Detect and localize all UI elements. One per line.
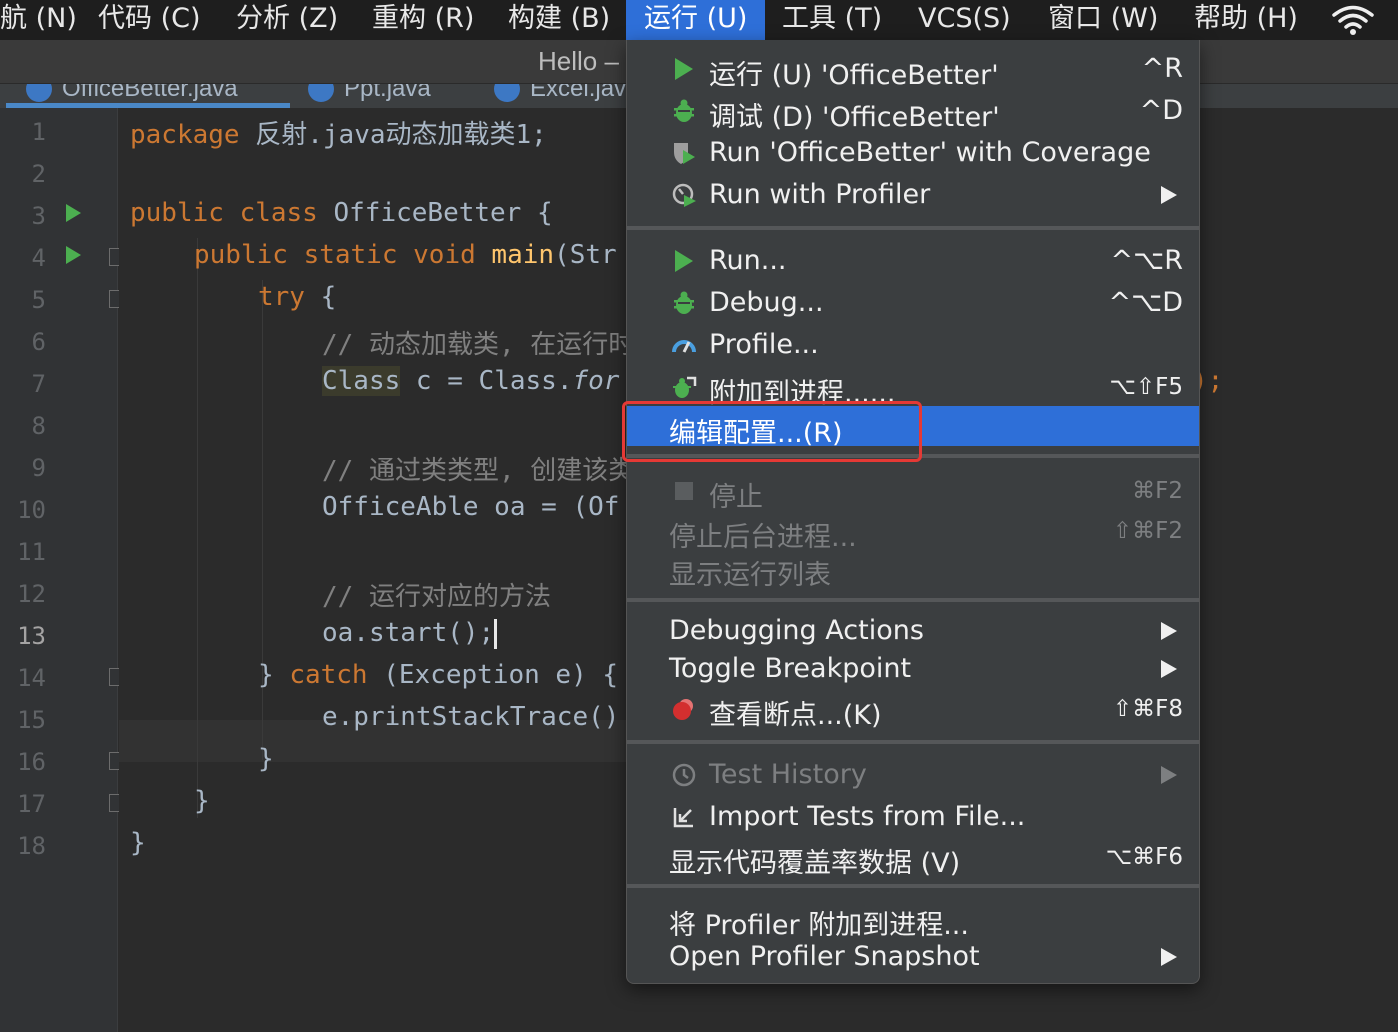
tab-excel[interactable]: Excel.java	[494, 84, 639, 108]
menu-item-show-running-list[interactable]: 显示运行列表	[627, 548, 1199, 591]
submenu-arrow-icon	[1161, 948, 1177, 966]
line-number: 18	[17, 832, 46, 860]
menu-item-attach-profiler[interactable]: 将 Profiler 附加到进程...	[627, 898, 1199, 941]
menu-item-run-with-profiler[interactable]: Run with Profiler	[627, 174, 1199, 214]
menu-item-toggle-breakpoint[interactable]: Toggle Breakpoint	[627, 648, 1199, 688]
menu-item-stop-background[interactable]: 停止后台进程... ⇧⌘F2	[627, 510, 1199, 553]
line-number: 17	[17, 790, 46, 818]
java-class-icon	[308, 84, 334, 102]
coverage-icon	[674, 143, 695, 164]
profiler-icon	[672, 183, 696, 207]
line-number: 8	[31, 412, 46, 440]
run-class-gutter-icon[interactable]	[66, 204, 81, 222]
menu-separator	[627, 740, 1199, 744]
run-menu-dropdown: 运行 (U) 'OfficeBetter' ^R 调试 (D) 'OfficeBe…	[626, 40, 1200, 984]
code-line-14: } catch (Exception e) {	[258, 660, 619, 690]
attach-icon	[673, 376, 697, 398]
menu-help[interactable]: 帮助 (H)	[1194, 0, 1298, 40]
line-number-gutter[interactable]: 1 2 3 4 5 6 7 8 9 10 11 12 13 14 15 16 1…	[0, 108, 125, 1032]
menu-analyze[interactable]: 分析 (Z)	[236, 0, 338, 40]
submenu-arrow-icon	[1161, 622, 1177, 640]
code-line-10: OfficeAble oa = (Of	[322, 492, 620, 522]
menu-item-profile[interactable]: Profile...	[627, 324, 1199, 364]
menu-refactor[interactable]: 重构 (R)	[372, 0, 474, 40]
menu-build[interactable]: 构建 (B)	[508, 0, 610, 40]
menu-item-run-officebetter[interactable]: 运行 (U) 'OfficeBetter' ^R	[627, 48, 1199, 91]
import-icon	[673, 808, 693, 828]
menu-tools[interactable]: 工具 (T)	[782, 0, 882, 40]
code-line-16: }	[258, 744, 274, 774]
submenu-arrow-icon	[1161, 660, 1177, 678]
line-number: 3	[31, 202, 46, 230]
menu-item-open-profiler-snapshot[interactable]: Open Profiler Snapshot	[627, 936, 1199, 976]
submenu-arrow-icon	[1161, 766, 1177, 784]
menu-separator	[627, 226, 1199, 230]
menu-item-import-tests[interactable]: Import Tests from File...	[627, 796, 1199, 836]
menu-item-view-breakpoints[interactable]: 查看断点...(K) ⇧⌘F8	[627, 688, 1199, 731]
menu-item-attach-to-process[interactable]: 附加到进程...... ⌥⇧F5	[627, 366, 1199, 409]
menu-window[interactable]: 窗口 (W)	[1048, 0, 1158, 40]
line-number: 5	[31, 286, 46, 314]
tab-ppt[interactable]: Ppt.java	[308, 84, 431, 108]
profile-icon	[672, 340, 696, 353]
line-number: 11	[17, 538, 46, 566]
menu-navigate[interactable]: 航 (N)	[0, 0, 77, 40]
menu-item-run-dialog[interactable]: Run... ^⌥R	[627, 240, 1199, 280]
menu-code[interactable]: 代码 (C)	[98, 0, 201, 40]
line-number: 10	[17, 496, 46, 524]
line-number: 9	[31, 454, 46, 482]
java-class-icon	[26, 84, 52, 102]
highlight-annotation-box	[622, 401, 922, 462]
code-line-3: public class OfficeBetter {	[130, 198, 553, 228]
menu-item-run-with-coverage[interactable]: Run 'OfficeBetter' with Coverage	[627, 132, 1199, 172]
line-number: 2	[31, 160, 46, 188]
indent-guide	[197, 238, 198, 818]
code-line-4: public static void main(Str	[194, 240, 617, 270]
code-line-5: try {	[258, 282, 337, 312]
run-main-gutter-icon[interactable]	[66, 246, 81, 264]
line-number: 7	[31, 370, 46, 398]
menu-item-stop[interactable]: 停止 ⌘F2	[627, 470, 1199, 513]
menu-item-debugging-actions[interactable]: Debugging Actions	[627, 610, 1199, 650]
java-class-icon	[494, 84, 520, 102]
menu-item-debug-officebetter[interactable]: 调试 (D) 'OfficeBetter' ^D	[627, 90, 1199, 133]
code-line-6: // 动态加载类, 在运行时	[322, 330, 635, 360]
breakpoints-icon	[673, 699, 693, 720]
debug-icon	[674, 291, 694, 314]
line-number: 16	[17, 748, 46, 776]
menu-run[interactable]: 运行 (U)	[626, 0, 766, 40]
code-line-17: }	[194, 786, 210, 816]
window-title: Hello –	[538, 46, 619, 76]
code-line-9: // 通过类类型, 创建该类	[322, 456, 635, 486]
run-icon	[675, 58, 693, 80]
menu-item-test-history[interactable]: Test History	[627, 754, 1199, 794]
menu-item-show-coverage-data[interactable]: 显示代码覆盖率数据 (V) ⌥⌘F6	[627, 836, 1199, 879]
history-icon	[672, 763, 696, 787]
line-number: 14	[17, 664, 46, 692]
code-line-1: package 反射.java动态加载类1;	[130, 120, 547, 150]
menu-bar: 航 (N) 代码 (C) 分析 (Z) 重构 (R) 构建 (B) 运行 (U)…	[0, 0, 1398, 40]
line-number: 15	[17, 706, 46, 734]
code-line-13: oa.start();	[322, 618, 498, 649]
line-number: 12	[17, 580, 46, 608]
line-number: 1	[31, 118, 46, 146]
debug-icon	[674, 99, 694, 122]
text-caret	[494, 618, 498, 649]
line-number: 4	[31, 244, 46, 272]
stop-icon	[675, 482, 693, 500]
wifi-icon[interactable]	[1330, 4, 1376, 36]
run-icon	[675, 250, 693, 272]
line-number: 6	[31, 328, 46, 356]
menu-separator	[627, 884, 1199, 888]
line-number-current: 13	[17, 622, 46, 650]
code-line-12: // 运行对应的方法	[322, 582, 551, 612]
code-line-15: e.printStackTrace()	[322, 702, 620, 732]
code-line-18: }	[130, 828, 146, 858]
menu-separator	[627, 598, 1199, 602]
code-line-7: Class c = Class.for	[322, 366, 620, 396]
menu-item-debug-dialog[interactable]: Debug... ^⌥D	[627, 282, 1199, 322]
submenu-arrow-icon	[1161, 186, 1177, 204]
menu-vcs[interactable]: VCS(S)	[918, 0, 1011, 40]
